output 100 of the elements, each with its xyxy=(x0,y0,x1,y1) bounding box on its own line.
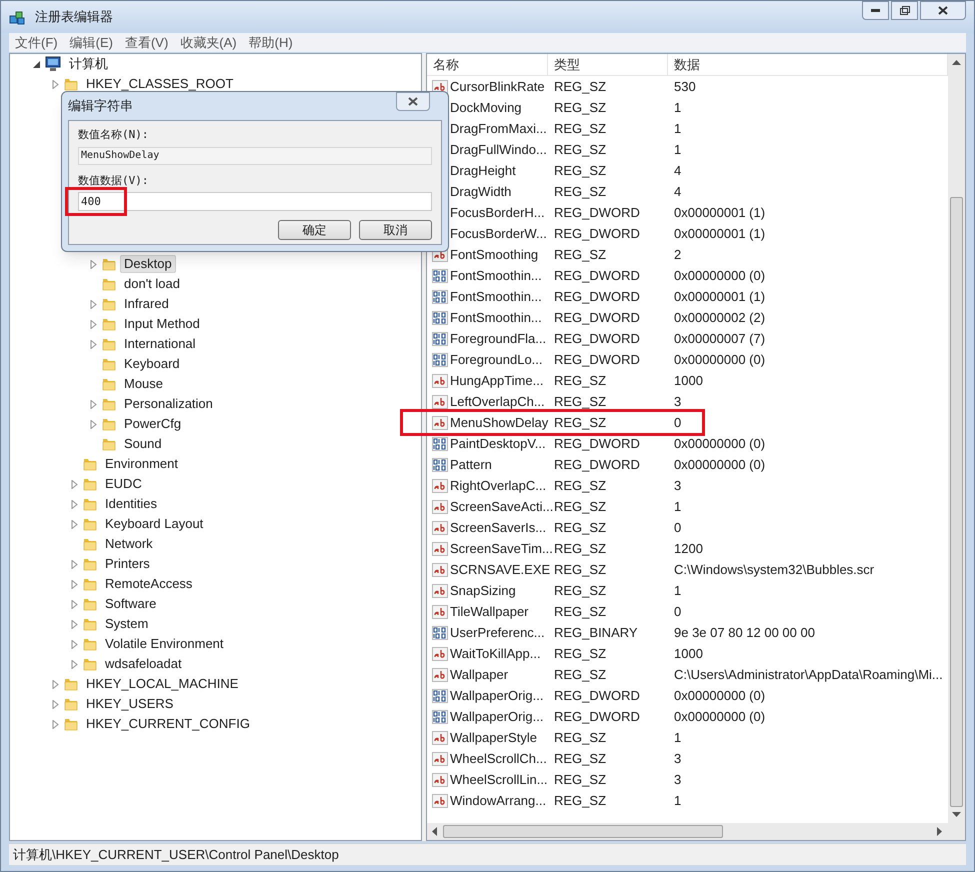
tree-item[interactable]: Network xyxy=(101,535,157,553)
table-cell[interactable]: PaintDesktopV... xyxy=(450,434,546,454)
table-cell[interactable]: ForegroundLo... xyxy=(450,350,543,370)
table-cell[interactable]: FocusBorderW... xyxy=(450,224,547,244)
tree-item[interactable]: Desktop xyxy=(120,255,176,273)
table-cell[interactable]: DragWidth xyxy=(450,182,512,202)
table-cell[interactable]: TileWallpaper xyxy=(450,602,529,622)
column-header[interactable]: 类型 xyxy=(548,54,668,75)
expand-arrow-icon[interactable] xyxy=(70,500,79,508)
menu-item[interactable]: 文件(F) xyxy=(9,33,64,52)
collapse-arrow-icon[interactable] xyxy=(32,60,41,68)
tree-item[interactable]: Printers xyxy=(101,555,154,573)
expand-arrow-icon[interactable] xyxy=(70,560,79,568)
tree-item[interactable]: System xyxy=(101,615,152,633)
tree-item[interactable]: don't load xyxy=(120,275,184,293)
table-cell[interactable]: Pattern xyxy=(450,454,492,474)
expand-arrow-icon[interactable] xyxy=(70,480,79,488)
expand-arrow-icon[interactable] xyxy=(89,300,98,308)
table-cell[interactable]: ScreenSaverIs... xyxy=(450,518,546,538)
expand-arrow-icon[interactable] xyxy=(51,80,60,88)
tree-item[interactable]: PowerCfg xyxy=(120,415,186,433)
expand-arrow-icon[interactable] xyxy=(89,320,98,328)
minimize-button[interactable] xyxy=(862,1,889,20)
expand-arrow-icon[interactable] xyxy=(89,260,98,268)
expand-arrow-icon[interactable] xyxy=(51,700,60,708)
tree-item[interactable]: Sound xyxy=(120,435,166,453)
menu-item[interactable]: 查看(V) xyxy=(118,33,174,52)
expand-arrow-icon[interactable] xyxy=(70,620,79,628)
expand-arrow-icon[interactable] xyxy=(70,640,79,648)
table-cell[interactable]: WallpaperStyle xyxy=(450,728,537,748)
table-cell[interactable]: WallpaperOrig... xyxy=(450,706,544,726)
close-button[interactable] xyxy=(396,92,430,111)
table-cell[interactable]: DragFullWindo... xyxy=(450,140,547,160)
table-cell[interactable]: ForegroundFla... xyxy=(450,328,546,348)
table-cell[interactable]: DragFromMaxi... xyxy=(450,118,547,138)
expand-arrow-icon[interactable] xyxy=(70,600,79,608)
tree-item[interactable]: RemoteAccess xyxy=(101,575,196,593)
tree-item[interactable]: Keyboard xyxy=(120,355,184,373)
vertical-scrollbar[interactable] xyxy=(948,54,965,823)
tree-item[interactable]: HKEY_LOCAL_MACHINE xyxy=(82,675,242,693)
tree-item[interactable]: Software xyxy=(101,595,160,613)
table-cell[interactable]: CursorBlinkRate xyxy=(450,76,545,96)
tree-item[interactable]: HKEY_USERS xyxy=(82,695,178,713)
dialog-button[interactable]: 取消 xyxy=(359,220,432,240)
tree-item[interactable]: Infrared xyxy=(120,295,173,313)
tree-item[interactable]: EUDC xyxy=(101,475,146,493)
table-cell[interactable]: UserPreferenc... xyxy=(450,622,545,642)
table-cell[interactable]: RightOverlapC... xyxy=(450,476,546,496)
table-cell[interactable]: SCRNSAVE.EXE xyxy=(450,560,550,580)
tree-item[interactable]: International xyxy=(120,335,200,353)
table-cell[interactable]: DockMoving xyxy=(450,98,522,118)
table-cell[interactable]: FocusBorderH... xyxy=(450,202,545,222)
scrollbar-thumb[interactable] xyxy=(950,197,963,807)
table-cell-text: REG_DWORD xyxy=(553,350,641,369)
tree-item[interactable]: Input Method xyxy=(120,315,204,333)
table-cell[interactable]: FontSmoothin... xyxy=(450,266,542,286)
table-cell[interactable]: ScreenSaveTim... xyxy=(450,538,553,558)
expand-arrow-icon[interactable] xyxy=(89,340,98,348)
tree-item[interactable]: HKEY_CURRENT_CONFIG xyxy=(82,715,254,733)
tree-item[interactable]: Personalization xyxy=(120,395,217,413)
close-button[interactable] xyxy=(920,1,966,20)
tree-item[interactable]: wdsafeloadat xyxy=(101,655,186,673)
value-data-field[interactable]: 400 xyxy=(78,192,432,211)
table-cell[interactable]: WaitToKillApp... xyxy=(450,644,541,664)
expand-arrow-icon[interactable] xyxy=(70,580,79,588)
table-cell[interactable]: Wallpaper xyxy=(450,664,508,684)
table-cell[interactable]: DragHeight xyxy=(450,160,516,180)
table-cell[interactable]: FontSmoothing xyxy=(450,244,538,264)
table-cell[interactable]: WheelScrollCh... xyxy=(450,748,547,768)
expand-arrow-icon[interactable] xyxy=(51,720,60,728)
tree-item[interactable]: Environment xyxy=(101,455,182,473)
table-cell[interactable]: HungAppTime... xyxy=(450,370,544,390)
table-cell[interactable]: MenuShowDelay xyxy=(450,412,548,432)
tree-item[interactable]: HKEY_CLASSES_ROOT xyxy=(82,75,238,93)
table-cell[interactable]: WheelScrollLin... xyxy=(450,770,548,790)
tree-item[interactable]: Identities xyxy=(101,495,162,513)
column-header[interactable]: 名称 xyxy=(427,54,548,75)
table-cell[interactable]: FontSmoothin... xyxy=(450,286,542,306)
expand-arrow-icon[interactable] xyxy=(70,520,79,528)
menu-item[interactable]: 收藏夹(A) xyxy=(174,33,243,52)
expand-arrow-icon[interactable] xyxy=(51,680,60,688)
expand-arrow-icon[interactable] xyxy=(89,400,98,408)
table-cell[interactable]: FontSmoothin... xyxy=(450,308,542,328)
table-cell[interactable]: ScreenSaveActi... xyxy=(450,496,554,516)
expand-arrow-icon[interactable] xyxy=(89,420,98,428)
table-cell[interactable]: WallpaperOrig... xyxy=(450,686,544,706)
horizontal-scrollbar[interactable] xyxy=(427,823,965,840)
tree-item[interactable]: Mouse xyxy=(120,375,168,393)
tree-item[interactable]: Volatile Environment xyxy=(101,635,228,653)
menu-item[interactable]: 编辑(E) xyxy=(64,33,119,52)
table-cell[interactable]: SnapSizing xyxy=(450,580,516,600)
expand-arrow-icon[interactable] xyxy=(70,660,79,668)
table-cell[interactable]: WindowArrang... xyxy=(450,790,546,810)
scrollbar-thumb[interactable] xyxy=(443,825,723,838)
tree-item[interactable]: Keyboard Layout xyxy=(101,515,208,533)
table-cell[interactable]: LeftOverlapCh... xyxy=(450,392,545,412)
tree-item[interactable]: 计算机 xyxy=(65,55,112,73)
restore-button[interactable] xyxy=(891,1,918,20)
dialog-button[interactable]: 确定 xyxy=(278,220,351,240)
menu-item[interactable]: 帮助(H) xyxy=(242,33,299,52)
